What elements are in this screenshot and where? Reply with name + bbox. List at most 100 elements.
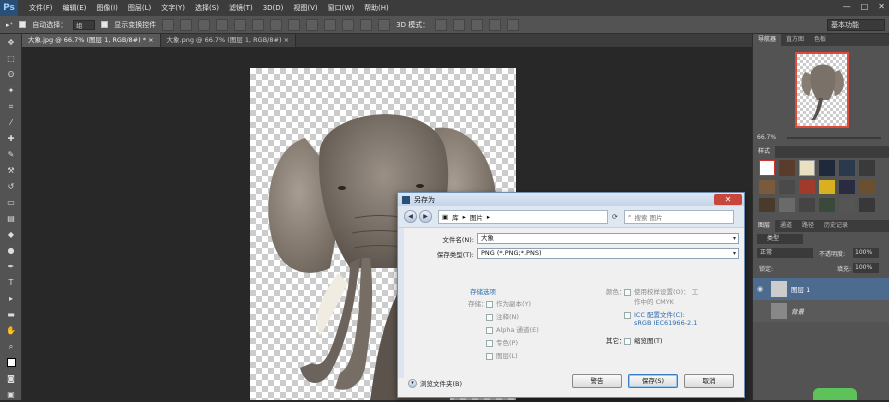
3d-pan-icon[interactable] — [471, 18, 484, 31]
color-swatch-icon[interactable] — [4, 356, 18, 369]
menu-image[interactable]: 图像(I) — [91, 3, 123, 13]
style-swatch[interactable] — [859, 160, 875, 176]
tab-elephant-jpg[interactable]: 大象.jpg @ 66.7% (图层 1, RGB/8#) * × — [22, 34, 161, 47]
gradient-tool-icon[interactable]: ▤ — [4, 212, 18, 225]
style-swatch[interactable] — [759, 180, 775, 194]
dodge-tool-icon[interactable]: ● — [4, 244, 18, 257]
fill-field[interactable]: 100% — [853, 263, 879, 273]
shape-tool-icon[interactable]: ▬ — [4, 308, 18, 321]
style-swatch[interactable] — [839, 180, 855, 194]
style-swatch[interactable] — [799, 198, 815, 212]
distribute-bottom-icon[interactable] — [306, 18, 319, 31]
format-dropdown[interactable]: PNG (*.PNG;*.PNS) ▾ — [477, 248, 739, 259]
zoom-tool-icon[interactable]: ⌕ — [4, 340, 18, 353]
layer-row[interactable]: ◉ 图层 1 — [753, 278, 889, 300]
menu-layer[interactable]: 图层(L) — [123, 3, 156, 13]
style-swatch[interactable] — [799, 160, 815, 176]
style-swatch[interactable] — [799, 180, 815, 194]
healing-brush-icon[interactable]: ✚ — [4, 132, 18, 145]
brush-tool-icon[interactable]: ✎ — [4, 148, 18, 161]
clone-stamp-icon[interactable]: ⚒ — [4, 164, 18, 177]
type-tool-icon[interactable]: T — [4, 276, 18, 289]
style-swatch[interactable] — [759, 198, 775, 212]
as-copy-checkbox[interactable] — [486, 300, 493, 308]
tab-swatches[interactable]: 色板 — [809, 34, 831, 46]
3d-slide-icon[interactable] — [489, 18, 502, 31]
tab-layers[interactable]: 图层 — [753, 220, 776, 232]
tab-navigator[interactable]: 导航器 — [753, 34, 782, 46]
style-swatch[interactable] — [819, 198, 835, 212]
chevron-down-icon[interactable]: ▾ — [733, 234, 736, 243]
tab-paths[interactable]: 路径 — [797, 220, 819, 232]
tab-channels[interactable]: 通道 — [775, 220, 797, 232]
back-icon[interactable]: ◀ — [404, 210, 417, 223]
show-transform-checkbox[interactable] — [101, 21, 109, 28]
search-input[interactable]: ⌕ 搜索 图片 — [623, 209, 734, 224]
style-swatch[interactable] — [839, 160, 855, 176]
alpha-checkbox[interactable] — [486, 326, 493, 334]
status-widget[interactable] — [813, 388, 857, 400]
tab-styles[interactable]: 样式 — [753, 146, 776, 158]
auto-select-checkbox[interactable] — [19, 21, 27, 28]
layer-row[interactable]: 背景 — [753, 300, 889, 322]
style-swatch[interactable] — [759, 160, 775, 176]
forward-icon[interactable]: ▶ — [419, 210, 432, 223]
tab-histogram[interactable]: 直方图 — [781, 34, 809, 46]
style-swatch[interactable] — [779, 160, 795, 176]
menu-type[interactable]: 文字(Y) — [156, 3, 190, 13]
close-window-button[interactable]: ✕ — [878, 2, 885, 11]
distribute-left-icon[interactable] — [324, 18, 337, 31]
quick-mask-icon[interactable]: ◙ — [4, 372, 18, 385]
distribute-right-icon[interactable] — [360, 18, 373, 31]
style-swatch[interactable] — [859, 198, 875, 212]
menu-window[interactable]: 窗口(W) — [323, 3, 359, 13]
layer-kind-filter[interactable]: 类型 — [757, 234, 803, 244]
magic-wand-icon[interactable]: ✦ — [4, 84, 18, 97]
dialog-close-button[interactable]: ✕ — [714, 194, 742, 205]
blend-mode-dropdown[interactable]: 正常 — [757, 248, 813, 258]
menu-edit[interactable]: 编辑(E) — [58, 3, 92, 13]
spot-checkbox[interactable] — [486, 339, 493, 347]
eyedropper-icon[interactable]: ⁄ — [4, 116, 18, 129]
save-button[interactable]: 保存(S) — [628, 374, 678, 388]
zoom-slider[interactable] — [787, 137, 881, 139]
3d-scale-icon[interactable] — [507, 18, 520, 31]
style-swatch[interactable] — [779, 180, 795, 194]
notes-checkbox[interactable] — [486, 313, 493, 321]
refresh-icon[interactable]: ⟳ — [612, 213, 618, 221]
menu-view[interactable]: 视图(V) — [288, 3, 322, 13]
style-swatch[interactable] — [819, 180, 835, 194]
align-right-icon[interactable] — [252, 18, 265, 31]
align-left-icon[interactable] — [216, 18, 229, 31]
breadcrumb[interactable]: ▣ 库 ▸ 图片 ▸ — [438, 209, 608, 224]
tab-elephant-png[interactable]: 大象.png @ 66.7% (图层 1, RGB/8#) × — [160, 34, 297, 47]
style-swatch[interactable] — [779, 198, 795, 212]
menu-filter[interactable]: 滤镜(T) — [224, 3, 258, 13]
history-brush-icon[interactable]: ↺ — [4, 180, 18, 193]
maximize-button[interactable]: □ — [861, 2, 869, 11]
menu-3d[interactable]: 3D(D) — [258, 4, 289, 12]
style-swatch[interactable] — [839, 198, 855, 212]
3d-roll-icon[interactable] — [453, 18, 466, 31]
screen-mode-icon[interactable]: ▣ — [4, 388, 18, 401]
breadcrumb-item[interactable]: 图片 — [470, 212, 483, 222]
proof-checkbox[interactable] — [624, 288, 631, 296]
align-bottom-icon[interactable] — [198, 18, 211, 31]
distribute-top-icon[interactable] — [270, 18, 283, 31]
minimize-button[interactable]: — — [843, 2, 851, 11]
browse-folders-toggle[interactable]: ▾ 浏览文件夹(B) — [408, 378, 462, 388]
navigator-preview[interactable] — [795, 52, 849, 128]
layers-checkbox[interactable] — [486, 352, 493, 360]
opacity-field[interactable]: 100% — [853, 248, 879, 258]
marquee-tool-icon[interactable]: ⬚ — [4, 52, 18, 65]
filename-field[interactable]: 大象 ▾ — [477, 233, 739, 244]
workspace-dropdown[interactable]: 基本功能 — [827, 19, 885, 31]
distribute-center-icon[interactable] — [342, 18, 355, 31]
style-swatch[interactable] — [859, 180, 875, 194]
move-tool-icon[interactable]: ▸⁺ — [6, 21, 13, 29]
icc-checkbox[interactable] — [624, 311, 631, 319]
warning-button[interactable]: 警告 — [572, 374, 622, 388]
3d-rotate-icon[interactable] — [435, 18, 448, 31]
lasso-tool-icon[interactable]: ʘ — [4, 68, 18, 81]
tab-close-icon[interactable]: × — [284, 36, 289, 44]
